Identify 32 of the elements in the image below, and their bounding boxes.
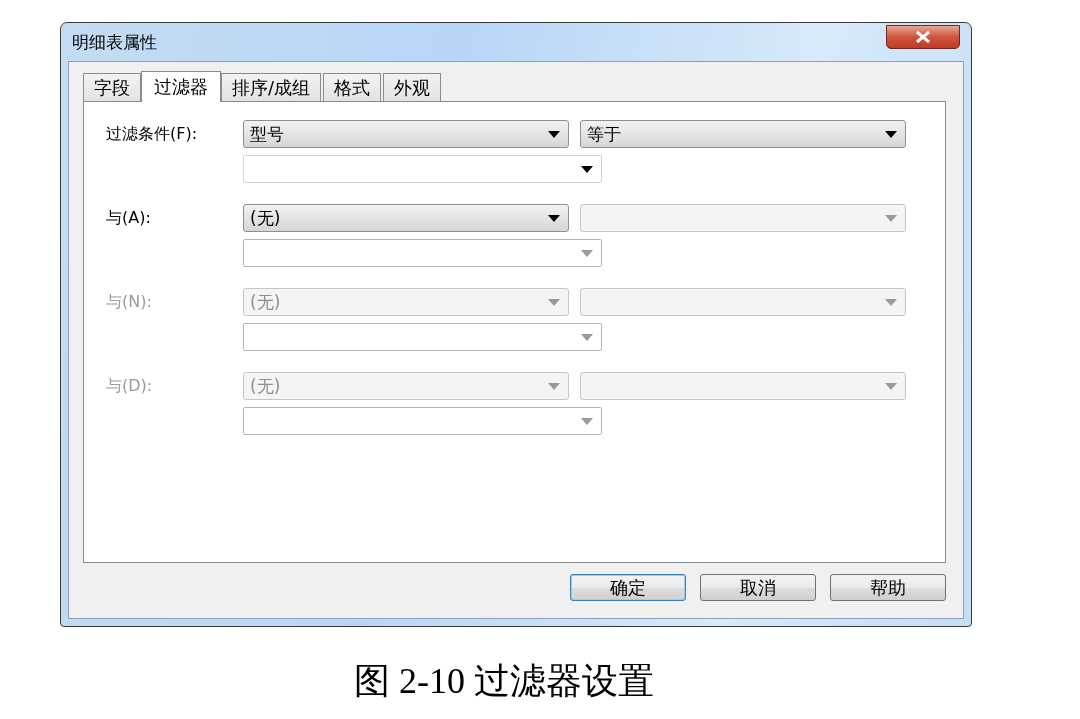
figure-caption: 图 2-10 过滤器设置 [354,661,654,701]
dropdown-arrow-icon [548,382,560,390]
dialog-button[interactable]: 确定 [570,574,686,601]
tab[interactable]: 外观 [383,73,442,101]
dropdown[interactable]: 等于 [580,120,906,148]
filter-label: 与(A): [106,207,152,229]
tab[interactable]: 排序/成组 [221,73,322,101]
dropdown-arrow-icon [581,249,593,257]
close-button[interactable] [886,25,960,49]
dropdown-arrow-icon [581,333,593,341]
dropdown-arrow-icon [581,165,593,173]
dropdown[interactable]: 型号 [243,120,569,148]
dialog-button[interactable]: 取消 [700,574,816,601]
filter-label: 与(N): [106,291,153,313]
tab[interactable]: 字段 [83,73,141,101]
dropdown-arrow-icon [581,417,593,425]
dropdown[interactable]: (无) [243,204,569,232]
dialog-button[interactable]: 帮助 [830,574,946,601]
value-combo-field[interactable] [243,155,602,183]
dropdown-arrow-icon [548,130,560,138]
close-icon [915,31,931,43]
tab[interactable]: 过滤器 [141,71,221,102]
dropdown-arrow-icon [885,298,897,306]
dropdown-arrow-icon [548,298,560,306]
dropdown-arrow-icon [548,214,560,222]
window-title: 明细表属性 [72,30,157,54]
filter-label: 与(D): [106,375,154,397]
filter-label: 过滤条件(F): [106,123,199,145]
dropdown-arrow-icon [885,130,897,138]
dropdown-arrow-icon [885,214,897,222]
tab[interactable]: 格式 [323,73,382,101]
dropdown-arrow-icon [885,382,897,390]
